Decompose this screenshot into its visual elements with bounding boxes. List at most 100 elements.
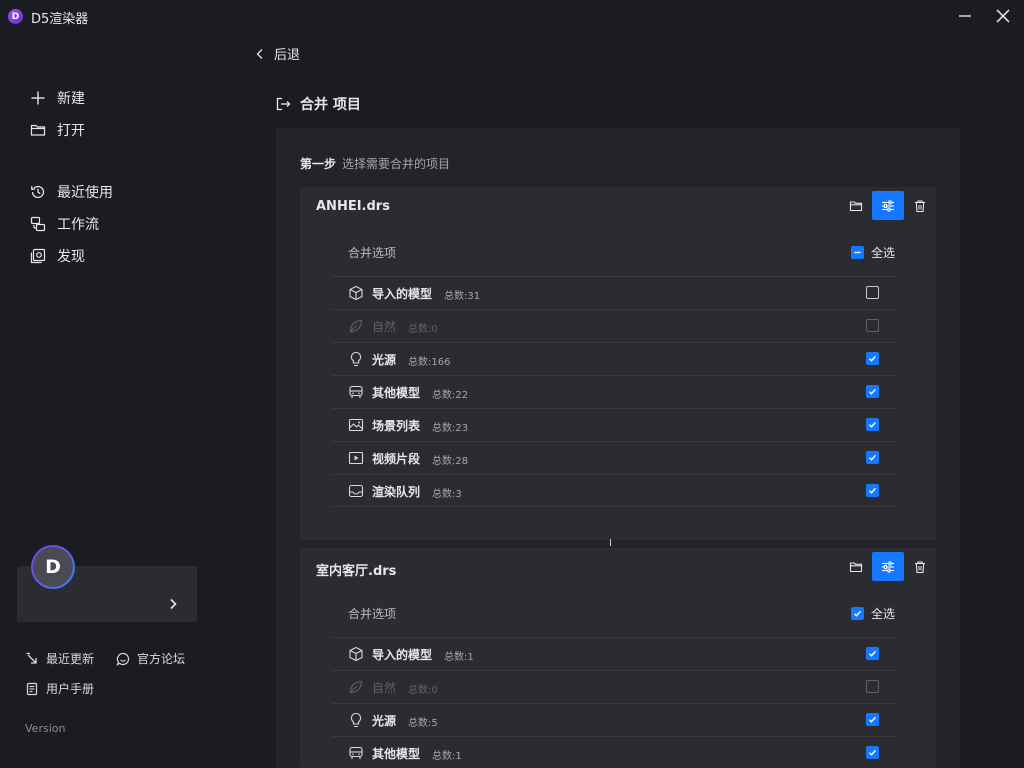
- list-item[interactable]: 其他模型 总数:1: [332, 736, 896, 768]
- sidebar-item-label: 打开: [57, 123, 85, 139]
- avatar-letter: D: [33, 547, 73, 587]
- row-count: 总数:31: [444, 291, 481, 302]
- row-count: 总数:23: [432, 423, 469, 434]
- chevron-left-icon: [256, 48, 263, 59]
- project-name: ANHEI.drs: [316, 199, 390, 214]
- merge-settings-button[interactable]: [872, 191, 904, 220]
- folder-icon: [849, 561, 863, 572]
- app-logo-icon: D: [8, 9, 23, 24]
- trash-icon: [915, 199, 925, 212]
- folder-icon: [30, 124, 46, 136]
- row-checkbox[interactable]: [866, 385, 879, 398]
- row-label: 自然: [372, 681, 397, 695]
- user-manual-label: 用户手册: [46, 682, 95, 696]
- merge-options-label: 合并选项: [348, 246, 397, 260]
- version-label: Version: [25, 722, 66, 735]
- list-item[interactable]: 视频片段 总数:28: [332, 441, 896, 474]
- row-checkbox[interactable]: [866, 418, 879, 431]
- row-count: 总数:0: [408, 685, 438, 696]
- step-header: 第一步 选择需要合并的项目: [300, 155, 450, 172]
- history-icon: [31, 185, 45, 199]
- row-label: 渲染队列: [372, 485, 421, 499]
- list-item[interactable]: 场景列表 总数:23: [332, 408, 896, 441]
- back-label: 后退: [274, 48, 301, 63]
- row-label: 其他模型: [372, 747, 421, 761]
- discover-icon: [30, 248, 46, 264]
- sidebar-item-new[interactable]: 新建: [30, 88, 85, 108]
- row-count: 总数:3: [432, 489, 462, 500]
- row-checkbox[interactable]: [866, 286, 879, 299]
- list-item: 自然 总数:0: [332, 670, 896, 703]
- project-card-living-room: 室内客厅.drs 合并选项 全选 导入的模型 总数:1 自然 总数:0 光源 总…: [300, 548, 936, 768]
- list-item[interactable]: 渲染队列 总数:3: [332, 474, 896, 507]
- open-folder-button[interactable]: [840, 191, 872, 220]
- row-label: 导入的模型: [372, 648, 433, 662]
- sliders-icon: [882, 561, 894, 572]
- delete-button[interactable]: [904, 552, 936, 581]
- sidebar-item-label: 发现: [57, 249, 85, 265]
- chevron-right-icon: [170, 598, 177, 610]
- list-item[interactable]: 导入的模型 总数:1: [332, 637, 896, 670]
- delete-button[interactable]: [904, 191, 936, 220]
- partial-checkbox-icon: [851, 246, 864, 259]
- resize-handle[interactable]: [610, 539, 611, 546]
- minimize-button[interactable]: [955, 6, 975, 26]
- row-checkbox: [866, 680, 879, 693]
- user-manual-link[interactable]: 用户手册: [25, 680, 94, 697]
- folder-icon: [849, 200, 863, 211]
- vehicle-icon: [349, 746, 363, 759]
- row-label: 光源: [372, 353, 397, 367]
- sidebar-item-label: 新建: [57, 91, 85, 107]
- bulb-icon: [350, 712, 362, 728]
- list-item: 自然 总数:0: [332, 309, 896, 342]
- list-item[interactable]: 光源 总数:166: [332, 342, 896, 375]
- avatar[interactable]: D: [31, 545, 75, 589]
- list-item[interactable]: 其他模型 总数:22: [332, 375, 896, 408]
- row-checkbox[interactable]: [866, 647, 879, 660]
- image-icon: [348, 418, 364, 432]
- title-bar: D D5渲染器: [0, 0, 1024, 32]
- step-description: 选择需要合并的项目: [342, 157, 451, 171]
- bulb-icon: [350, 351, 362, 367]
- select-all-label: 全选: [871, 607, 896, 621]
- row-count: 总数:166: [408, 357, 451, 368]
- row-label: 场景列表: [372, 419, 421, 433]
- sliders-icon: [882, 200, 894, 211]
- row-checkbox[interactable]: [866, 746, 879, 759]
- row-checkbox[interactable]: [866, 451, 879, 464]
- sidebar-item-recent[interactable]: 最近使用: [30, 182, 113, 202]
- select-all-label: 全选: [871, 246, 896, 260]
- minimize-icon: [959, 15, 971, 17]
- merge-options-label: 合并选项: [348, 607, 397, 621]
- row-label: 其他模型: [372, 386, 421, 400]
- tray-icon: [348, 484, 364, 498]
- open-folder-button[interactable]: [840, 552, 872, 581]
- list-item[interactable]: 光源 总数:5: [332, 703, 896, 736]
- sidebar-item-discover[interactable]: 发现: [30, 246, 85, 266]
- leaf-icon: [349, 319, 363, 333]
- row-checkbox[interactable]: [866, 352, 879, 365]
- sidebar-item-open[interactable]: 打开: [30, 120, 85, 140]
- select-all-checkbox[interactable]: 全选: [851, 244, 895, 261]
- recent-updates-link[interactable]: 最近更新: [25, 650, 94, 667]
- app-title: D5渲染器: [31, 12, 89, 27]
- row-label: 导入的模型: [372, 287, 433, 301]
- update-icon: [26, 652, 37, 664]
- list-item[interactable]: 导入的模型 总数:31: [332, 276, 896, 309]
- cube-icon: [349, 285, 363, 301]
- user-card-arrow-button[interactable]: [167, 597, 179, 611]
- back-button[interactable]: 后退: [255, 44, 300, 63]
- project-name: 室内客厅.drs: [316, 564, 397, 579]
- row-checkbox[interactable]: [866, 484, 879, 497]
- plus-icon: [31, 91, 45, 105]
- video-icon: [348, 451, 364, 465]
- forum-link[interactable]: 官方论坛: [116, 650, 185, 667]
- checked-checkbox-icon: [851, 607, 864, 620]
- row-label: 自然: [372, 320, 397, 334]
- merge-settings-button[interactable]: [872, 552, 904, 581]
- sidebar-item-workflow[interactable]: 工作流: [30, 214, 99, 234]
- close-button[interactable]: [993, 6, 1013, 26]
- row-checkbox[interactable]: [866, 713, 879, 726]
- row-label: 视频片段: [372, 452, 421, 466]
- select-all-checkbox[interactable]: 全选: [851, 605, 895, 622]
